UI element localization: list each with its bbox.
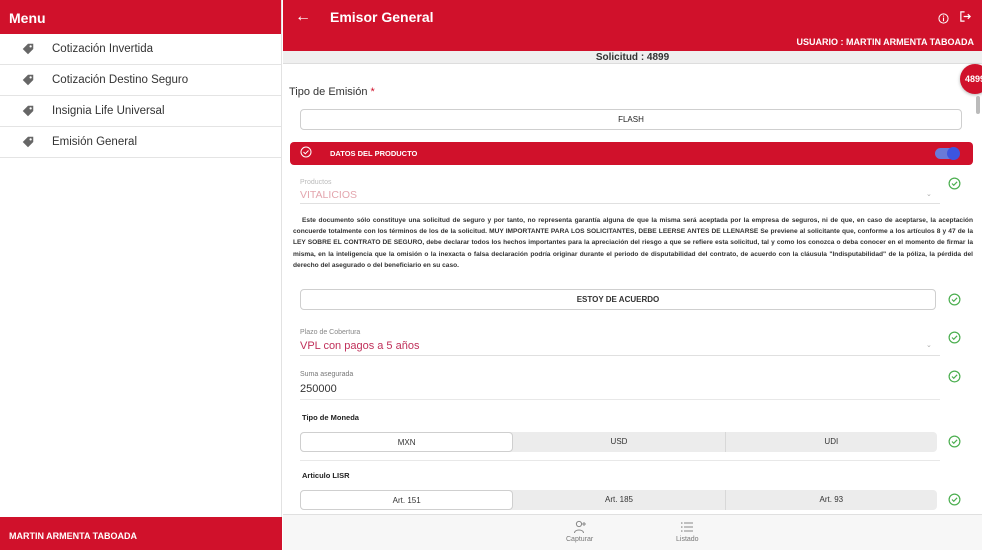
tipo-emision-label: Tipo de Emisión *: [289, 86, 375, 98]
moneda-option-udi[interactable]: UDI: [726, 432, 937, 452]
plazo-cobertura-select[interactable]: VPL con pagos a 5 años: [300, 340, 419, 352]
nav-capturar[interactable]: Capturar: [566, 520, 593, 543]
suma-asegurada-input[interactable]: 250000: [300, 383, 337, 395]
sidebar-title: Menu: [0, 0, 281, 34]
sidebar-footer-user: MARTIN ARMENTA TABOADA: [0, 517, 282, 550]
top-bar: ← Emisor General: [283, 0, 982, 34]
main-panel: ← Emisor General USUARIO : MARTIN ARMENT…: [283, 0, 982, 550]
tag-icon: [0, 73, 52, 87]
add-user-icon: [573, 520, 586, 534]
divider: [300, 203, 940, 204]
productos-select[interactable]: VITALICIOS: [300, 189, 357, 201]
nav-capturar-label: Capturar: [566, 536, 594, 543]
sidebar-item-insignia-life-universal[interactable]: Insignia Life Universal: [0, 96, 281, 127]
tag-icon: [0, 135, 52, 149]
articulo-option-185[interactable]: Art. 185: [513, 490, 726, 510]
info-icon[interactable]: [938, 11, 949, 29]
solicitud-number: Solicitud : 4899: [283, 51, 982, 64]
tipo-emision-select[interactable]: FLASH: [300, 109, 962, 130]
tag-icon: [0, 104, 52, 118]
tag-icon: [0, 42, 52, 56]
solicitud-badge[interactable]: 4899: [960, 64, 982, 94]
check-circle-icon: [948, 177, 961, 195]
articulo-option-151[interactable]: Art. 151: [300, 490, 514, 510]
page-title: Emisor General: [330, 9, 434, 25]
sidebar-item-label: Emisión General: [52, 136, 138, 148]
back-arrow-icon[interactable]: ←: [285, 8, 321, 26]
check-circle-icon: [948, 493, 961, 511]
moneda-option-usd[interactable]: USD: [513, 432, 726, 452]
sidebar-item-label: Insignia Life Universal: [52, 105, 165, 117]
articulo-option-93[interactable]: Art. 93: [726, 490, 937, 510]
list-icon: [681, 522, 694, 532]
bottom-nav: Capturar Listado: [283, 514, 982, 550]
check-circle-icon: [948, 370, 961, 388]
estoy-de-acuerdo-button[interactable]: ESTOY DE ACUERDO: [300, 289, 936, 310]
check-circle-icon: [948, 293, 961, 311]
check-circle-icon: [948, 435, 961, 453]
productos-label: Productos: [300, 179, 332, 186]
nav-listado-label: Listado: [676, 536, 699, 543]
nav-listado[interactable]: Listado: [676, 520, 699, 543]
chevron-down-icon: ⌄: [926, 191, 932, 198]
user-line: USUARIO : MARTIN ARMENTA TABOADA: [283, 34, 982, 51]
check-circle-icon: [300, 145, 312, 163]
tipo-moneda-title: Tipo de Moneda: [302, 413, 359, 422]
plazo-cobertura-label: Plazo de Cobertura: [300, 329, 361, 336]
divider: [300, 460, 940, 461]
divider: [300, 355, 940, 356]
legal-disclaimer: Este documento sólo constituye una solic…: [293, 217, 973, 269]
sidebar-item-cotizacion-destino-seguro[interactable]: Cotización Destino Seguro: [0, 65, 281, 96]
check-circle-icon: [948, 331, 961, 349]
sidebar: Menu Cotización Invertida Cotización Des…: [0, 0, 282, 550]
articulo-lisr-title: Articulo LISR: [302, 471, 350, 480]
articulo-lisr-segmented: Art. 151 Art. 185 Art. 93: [300, 490, 937, 510]
datos-producto-title: DATOS DEL PRODUCTO: [330, 149, 418, 158]
sidebar-item-emision-general[interactable]: Emisión General: [0, 127, 281, 158]
moneda-option-mxn[interactable]: MXN: [300, 432, 514, 452]
suma-asegurada-label: Suma asegurada: [300, 371, 354, 378]
logout-icon[interactable]: [959, 10, 972, 28]
tipo-moneda-segmented: MXN USD UDI: [300, 432, 937, 452]
sidebar-item-label: Cotización Invertida: [52, 43, 153, 55]
sidebar-item-cotizacion-invertida[interactable]: Cotización Invertida: [0, 34, 281, 65]
scrollbar[interactable]: [976, 96, 980, 114]
sidebar-item-label: Cotización Destino Seguro: [52, 74, 189, 86]
datos-producto-toggle[interactable]: [935, 147, 960, 160]
datos-producto-header[interactable]: DATOS DEL PRODUCTO: [290, 142, 973, 165]
divider: [300, 399, 940, 400]
chevron-down-icon: ⌄: [926, 342, 932, 349]
